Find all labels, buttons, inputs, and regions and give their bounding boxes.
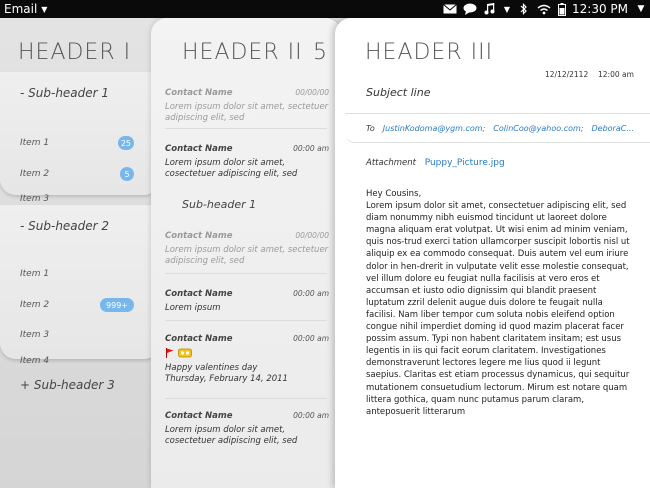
folders-pane: HEADER I - Sub-header 1 Item 1 25 Item 2…	[0, 18, 160, 488]
divider	[165, 128, 327, 129]
list-subheader: Sub-header 1	[182, 198, 257, 211]
app-menu-label: Email	[4, 2, 38, 16]
message-list-item[interactable]: Contact Name 00:00 am Happy valentines d…	[165, 334, 329, 385]
message-list-pane: HEADER II 5 Contact Name 00/00/00 Lorem …	[151, 18, 341, 488]
folder-item[interactable]: Item 1 25	[0, 128, 150, 158]
attachment-icon	[178, 348, 192, 361]
folder-item-label: Item 2	[20, 300, 50, 310]
recipients-row: To JustinKodoma@ygm.com; ColinCoo@yahoo.…	[345, 113, 650, 143]
folder-item-label: Item 4	[20, 356, 50, 366]
chevron-down-icon: ▼	[41, 4, 48, 14]
bluetooth-icon[interactable]	[514, 0, 534, 18]
recipient-link[interactable]: ColinCoo@yahoo.com;	[493, 124, 583, 133]
message-list-item[interactable]: Contact Name 00:00 am Lorem ipsum dolor …	[165, 411, 329, 447]
folder-item-label: Item 3	[20, 194, 50, 204]
folder-item-label: Item 3	[20, 330, 50, 340]
folder-item[interactable]: Item 1	[0, 259, 150, 289]
message-time: 00/00/00	[295, 88, 329, 97]
message-preview: Lorem ipsum	[165, 303, 221, 313]
subheader-3-toggle[interactable]: + Sub-header 3	[20, 378, 115, 392]
message-preview: Lorem ipsum dolor sit amet, sectetuer ad…	[165, 102, 329, 123]
message-list-item[interactable]: Contact Name 00/00/00 Lorem ipsum dolor …	[165, 88, 329, 124]
message-list-item[interactable]: Contact Name 00:00 am Lorem ipsum	[165, 289, 329, 314]
message-time: 00:00 am	[293, 411, 329, 420]
pane1-header: HEADER I	[18, 40, 132, 65]
folder-group-2: - Sub-header 2 Item 1 Item 2 999+ Item 3…	[0, 205, 160, 366]
mail-icon[interactable]	[440, 0, 460, 18]
folder-item[interactable]: Item 2 5	[0, 159, 150, 189]
battery-icon[interactable]	[554, 0, 570, 18]
message-detail-pane: HEADER III 12/12/2112 12:00 am Subject l…	[335, 18, 650, 488]
message-preview-line: Thursday, February 14, 2011	[165, 374, 288, 384]
subheader-2-toggle[interactable]: - Sub-header 2	[20, 219, 109, 233]
divider	[165, 273, 327, 274]
status-bar: Email ▼ ▼ 12:30 PM ▼	[0, 0, 650, 18]
greeting: Hey Cousins,	[366, 189, 422, 199]
divider	[165, 398, 327, 399]
folder-item-label: Item 1	[20, 269, 50, 279]
pane3-header: HEADER III	[365, 40, 494, 65]
message-body: Hey Cousins, Lorem ipsum dolor sit amet,…	[366, 188, 634, 458]
folder-item[interactable]: Item 2 999+	[0, 290, 150, 320]
folder-item-label: Item 1	[20, 138, 50, 148]
folder-item[interactable]: Item 4	[0, 351, 150, 371]
message-list-item[interactable]: Contact Name 00:00 am Lorem ipsum dolor …	[165, 144, 329, 180]
attachment-label: Attachment	[366, 158, 416, 168]
app-menu[interactable]: Email ▼	[0, 0, 47, 18]
unread-badge: 25	[117, 136, 134, 150]
to-label: To	[366, 123, 375, 133]
divider	[165, 320, 327, 321]
folder-item-label: Item 2	[20, 169, 50, 179]
recipient-link[interactable]: JustinKodoma@ygm.com;	[383, 124, 485, 133]
unread-badge: 5	[120, 167, 134, 181]
wifi-icon[interactable]	[534, 0, 554, 18]
attachment-row: Attachment Puppy_Picture.jpg	[366, 158, 505, 168]
subheader-1-toggle[interactable]: - Sub-header 1	[20, 86, 109, 100]
folder-item[interactable]: Item 3	[0, 320, 150, 350]
message-preview: Lorem ipsum dolor sit amet, cosectetuer …	[165, 158, 298, 179]
music-icon[interactable]	[480, 0, 500, 18]
subject-line: Subject line	[366, 86, 431, 99]
folder-group-1: - Sub-header 1 Item 1 25 Item 2 5 Item 3	[0, 72, 160, 204]
chat-icon[interactable]	[460, 0, 480, 18]
message-time: 00/00/00	[295, 231, 329, 240]
pane2-header: HEADER II	[182, 40, 303, 65]
message-time: 12:00 am	[598, 70, 634, 79]
message-preview-line: Happy valentines day	[165, 363, 258, 373]
flag-icon	[165, 348, 174, 361]
clock[interactable]: 12:30 PM	[572, 2, 628, 16]
message-count: 5	[313, 40, 327, 65]
chevron-down-icon[interactable]: ▼	[500, 0, 514, 18]
message-preview: Lorem ipsum dolor sit amet, cosectetuer …	[165, 425, 298, 446]
attachment-link[interactable]: Puppy_Picture.jpg	[425, 158, 505, 168]
body-paragraph: Lorem ipsum dolor sit amet, consectetuer…	[366, 201, 630, 417]
message-preview: Happy valentines day Thursday, February …	[165, 363, 329, 385]
message-preview: Lorem ipsum dolor sit amet, sectetuer ad…	[165, 245, 329, 266]
unread-badge: 999+	[100, 298, 134, 312]
message-date: 12/12/2112	[545, 70, 589, 79]
message-time: 00:00 am	[293, 289, 329, 298]
message-time: 00:00 am	[293, 334, 329, 343]
recipient-link[interactable]: DeboraC...	[591, 124, 633, 133]
chevron-down-icon[interactable]: ▼	[632, 0, 650, 18]
message-list-item[interactable]: Contact Name 00/00/00 Lorem ipsum dolor …	[165, 231, 329, 267]
message-time: 00:00 am	[293, 144, 329, 153]
message-flags	[165, 348, 329, 361]
